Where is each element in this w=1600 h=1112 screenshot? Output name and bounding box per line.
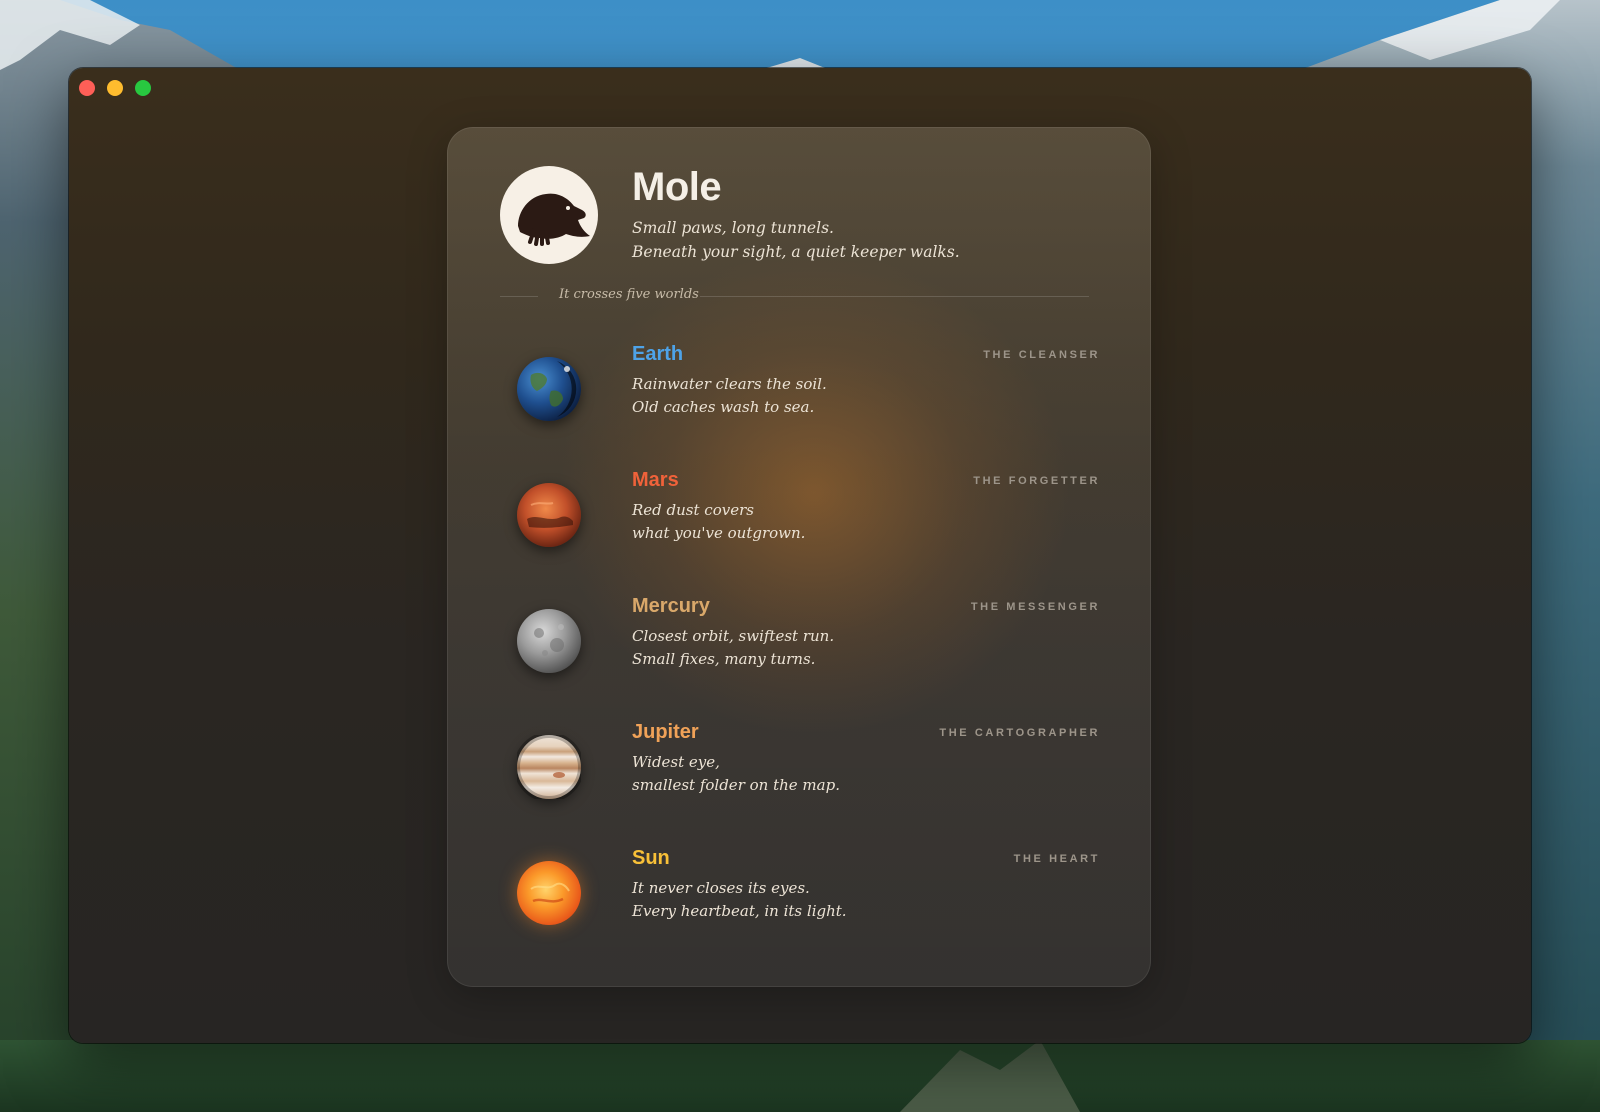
world-line-earth-2: Old caches wash to sea. — [632, 398, 815, 416]
world-role-jupiter: THE CARTOGRAPHER — [939, 727, 1100, 739]
tagline-line-2: Beneath your sight, a quiet keeper walks… — [632, 243, 960, 261]
world-role-sun: THE HEART — [1013, 853, 1100, 865]
mole-logo-icon — [500, 166, 598, 264]
jupiter-icon — [514, 732, 584, 802]
app-window: Mole Small paws, long tunnels. Beneath y… — [69, 68, 1531, 1043]
world-name-jupiter: Jupiter — [632, 721, 699, 743]
world-line-mars-1: Red dust covers — [632, 501, 754, 519]
world-role-mars: THE FORGETTER — [973, 475, 1100, 487]
world-line-mercury-1: Closest orbit, swiftest run. — [632, 627, 835, 645]
tagline-line-1: Small paws, long tunnels. — [632, 219, 834, 237]
world-name-sun: Sun — [632, 847, 670, 869]
maximize-window-button[interactable] — [135, 80, 151, 96]
world-line-mercury-2: Small fixes, many turns. — [632, 650, 816, 668]
sun-icon — [517, 861, 581, 925]
world-role-earth: THE CLEANSER — [983, 349, 1100, 361]
world-mars: Mars THE FORGETTER Red dust covers what … — [500, 469, 1100, 569]
divider-left — [500, 296, 538, 297]
world-line-mars-2: what you've outgrown. — [632, 524, 806, 542]
mercury-icon — [517, 609, 581, 673]
world-line-sun-2: Every heartbeat, in its light. — [632, 902, 847, 920]
section-label: It crosses five worlds — [559, 287, 699, 302]
world-earth: Earth THE CLEANSER Rainwater clears the … — [500, 343, 1100, 443]
divider-right — [700, 296, 1089, 297]
earth-icon — [517, 357, 581, 421]
world-jupiter: Jupiter THE CARTOGRAPHER Widest eye, sma… — [500, 721, 1100, 821]
world-name-mars: Mars — [632, 469, 679, 491]
world-line-sun-1: It never closes its eyes. — [632, 879, 810, 897]
world-line-jupiter-2: smallest folder on the map. — [632, 776, 840, 794]
world-name-earth: Earth — [632, 343, 684, 365]
info-card: Mole Small paws, long tunnels. Beneath y… — [447, 127, 1151, 987]
world-line-earth-1: Rainwater clears the soil. — [632, 375, 827, 393]
desktop-wallpaper: Mole Small paws, long tunnels. Beneath y… — [0, 0, 1600, 1112]
world-mercury: Mercury THE MESSENGER Closest orbit, swi… — [500, 595, 1100, 695]
world-sun: Sun THE HEART It never closes its eyes. … — [500, 847, 1100, 947]
mars-icon — [517, 483, 581, 547]
world-role-mercury: THE MESSENGER — [970, 601, 1100, 613]
world-name-mercury: Mercury — [632, 595, 710, 617]
app-title: Mole — [632, 165, 722, 209]
minimize-window-button[interactable] — [107, 80, 123, 96]
world-line-jupiter-1: Widest eye, — [632, 753, 720, 771]
close-window-button[interactable] — [79, 80, 95, 96]
